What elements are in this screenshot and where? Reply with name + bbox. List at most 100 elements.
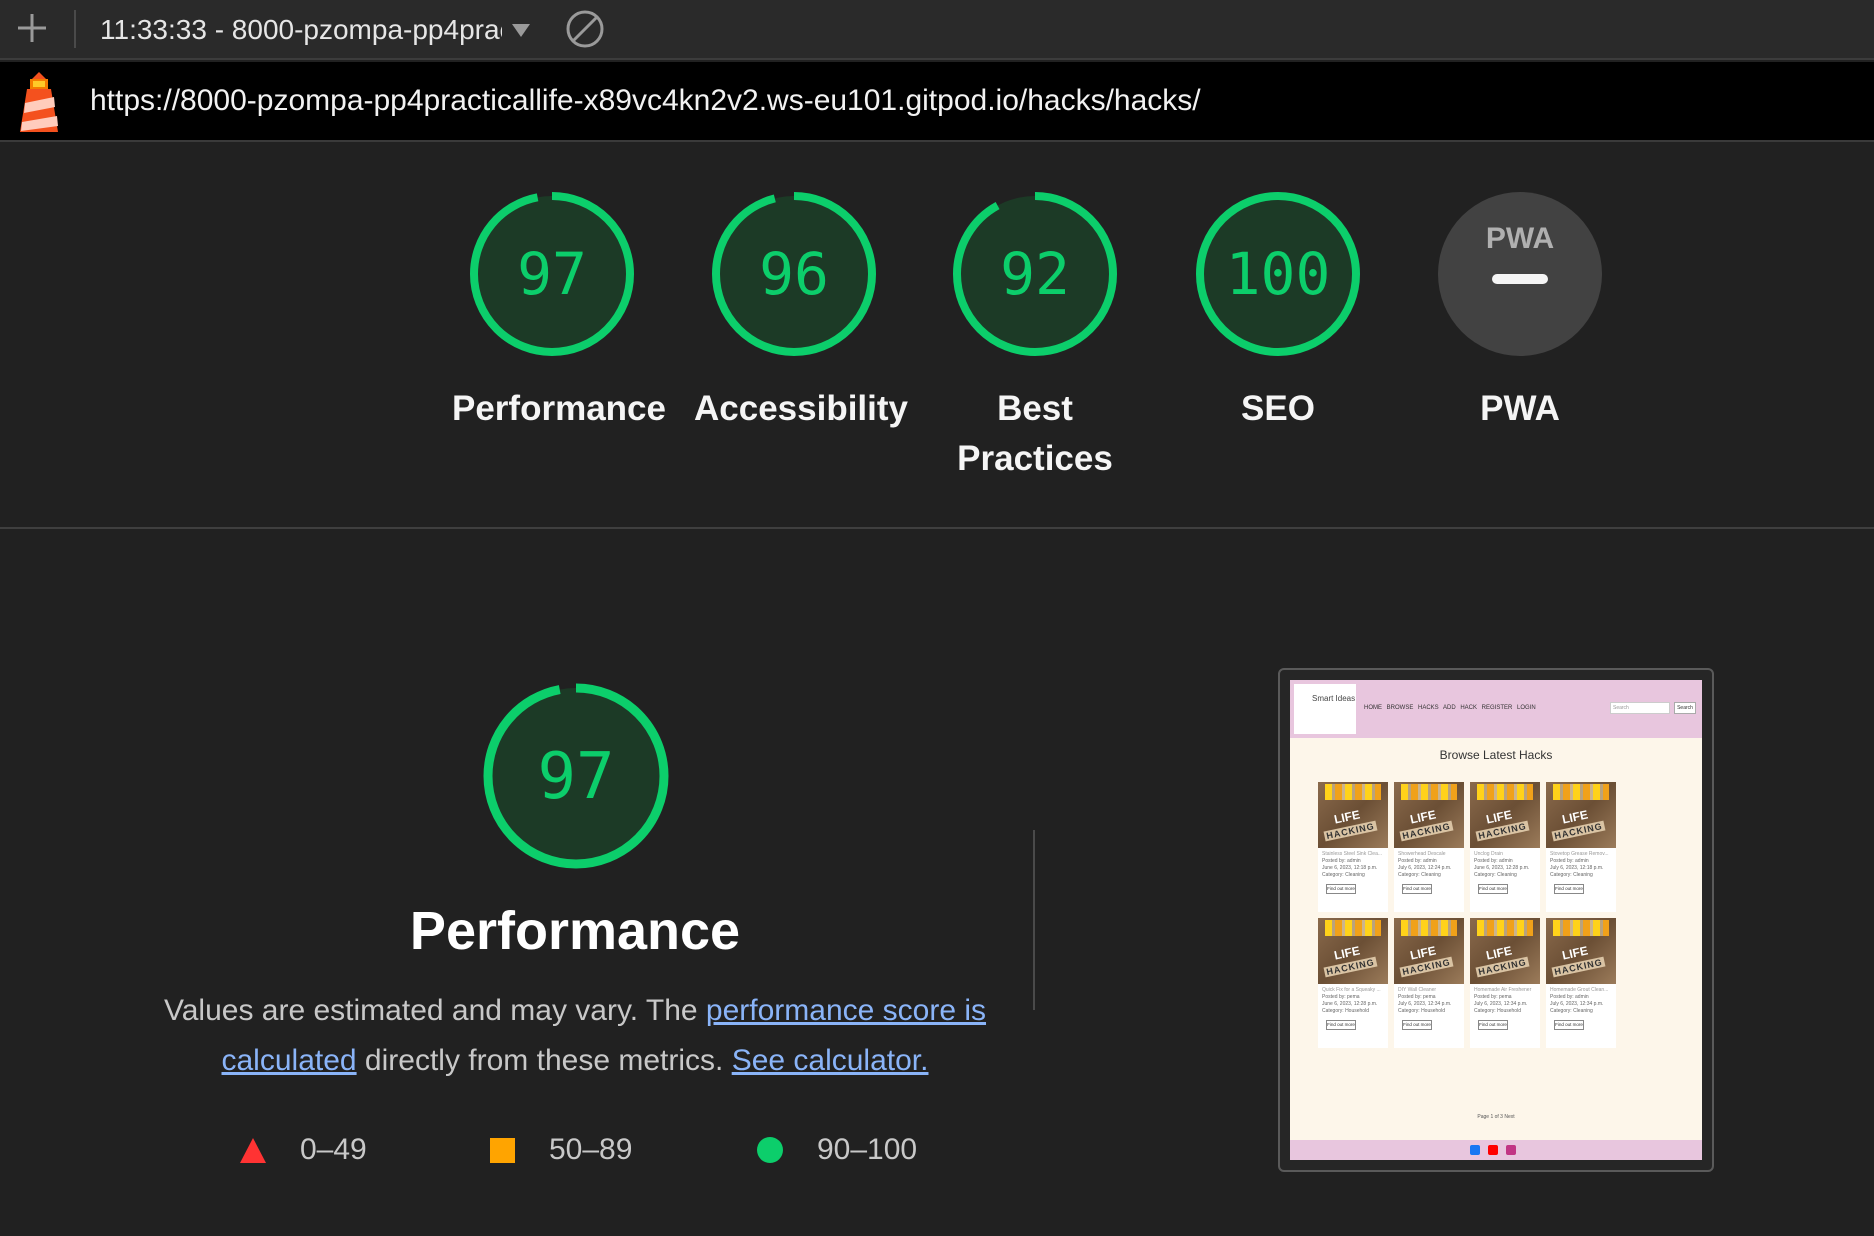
gauge-accessibility[interactable]: 96 Accessibility xyxy=(694,190,908,434)
gauge-score: 96 xyxy=(759,240,829,308)
hack-card-date: July 6, 2023, 12:18 p.m. xyxy=(1550,865,1604,871)
hack-card-date: July 6, 2023, 12:34 p.m. xyxy=(1550,1001,1604,1007)
gauge-label: Performance xyxy=(452,389,666,428)
hack-card-title: Stovetop Grease Remov... xyxy=(1550,851,1609,857)
performance-gauge-ring: 97 xyxy=(470,192,634,356)
gauge-score: 100 xyxy=(1226,240,1331,308)
facebook-icon xyxy=(1470,1145,1480,1155)
hack-card-title: Showerhead Descale xyxy=(1398,851,1446,857)
gauge-label: SEO xyxy=(1241,389,1315,428)
hack-card-date: July 6, 2023, 12:34 p.m. xyxy=(1474,1001,1528,1007)
card-image-word: HACKING xyxy=(1551,820,1606,842)
hack-card-posted: Posted by: admin xyxy=(1322,858,1361,864)
performance-score: 97 xyxy=(537,740,614,814)
site-logo: Smart Ideas xyxy=(1294,684,1356,734)
desc-text: directly from these metrics. xyxy=(356,1044,732,1077)
pwa-badge-text: PWA xyxy=(1486,222,1554,255)
gauge-performance[interactable]: 97 Performance xyxy=(452,190,666,434)
find-out-more-button: Find out more xyxy=(1402,1020,1432,1030)
square-icon xyxy=(490,1137,515,1163)
card-image-word: HACKING xyxy=(1399,956,1454,978)
hack-card-posted: Posted by: pema xyxy=(1322,994,1360,1000)
youtube-icon xyxy=(1488,1145,1498,1155)
hack-card: LIFE HACKING DIY Wall Cleaner Posted by: pe… xyxy=(1394,918,1464,1048)
hack-card-date: June 6, 2023, 12:28 p.m. xyxy=(1322,1001,1378,1007)
hack-card-posted: Posted by: admin xyxy=(1550,858,1589,864)
hack-card: LIFE HACKING Homemade Air Freshener Posted … xyxy=(1470,918,1540,1048)
hack-card-text: DIY Wall Cleaner Posted by: pema July 6, 2… xyxy=(1394,984,1464,1018)
final-screenshot[interactable]: Smart Ideas HOME BROWSE HACKS ADD HACK R… xyxy=(1278,668,1714,1172)
hack-card-category: Category: Household xyxy=(1474,1008,1521,1014)
find-out-more-button: Find out more xyxy=(1554,884,1584,894)
card-image-word: HACKING xyxy=(1551,956,1606,978)
hack-card-date: July 6, 2023, 12:34 p.m. xyxy=(1398,1001,1452,1007)
find-out-more-button: Find out more xyxy=(1402,884,1432,894)
accessibility-gauge-ring: 96 xyxy=(712,192,876,356)
site-pager: Page 1 of 3 Next xyxy=(1477,1114,1515,1120)
hack-card-title: Homemade Grout Clean... xyxy=(1550,987,1609,993)
instagram-icon xyxy=(1506,1145,1516,1155)
url-bar: https://8000-pzompa-pp4practicallife-x89… xyxy=(0,62,1874,142)
devtools-toolbar: 11:33:33 - 8000-pzompa-pp4practicallife-… xyxy=(0,0,1874,60)
gauge-best-practices[interactable]: 92 Best Practices xyxy=(935,190,1135,484)
page-url[interactable]: https://8000-pzompa-pp4practicallife-x89… xyxy=(90,84,1201,118)
hack-card-title: Unclog Drain xyxy=(1474,851,1503,857)
hack-card-text: Stainless Steel Sink Clea... Posted by: a… xyxy=(1318,848,1388,882)
performance-big-gauge: 97 xyxy=(483,683,669,869)
vertical-divider xyxy=(1033,830,1035,1010)
find-out-more-button: Find out more xyxy=(1326,1020,1356,1030)
report-selector[interactable]: 11:33:33 - 8000-pzompa-pp4practicallife-… xyxy=(100,12,540,48)
hack-card-text: Quick Fix for a Squeaky ... Posted by: pe… xyxy=(1318,984,1388,1018)
performance-description: Values are estimated and may vary. The p… xyxy=(160,986,990,1086)
hack-card-text: Unclog Drain Posted by: admin June 6, 2023… xyxy=(1470,848,1540,882)
hack-card-category: Category: Cleaning xyxy=(1398,872,1441,878)
hack-card-date: July 6, 2023, 12:24 p.m. xyxy=(1398,865,1452,871)
hack-card-text: Showerhead Descale Posted by: admin July 6… xyxy=(1394,848,1464,882)
find-out-more-button: Find out more xyxy=(1478,884,1508,894)
hack-card-category: Category: Cleaning xyxy=(1550,1008,1593,1014)
gauge-seo[interactable]: 100 SEO xyxy=(1178,190,1378,434)
site-footer xyxy=(1290,1140,1702,1160)
hack-card-date: June 6, 2023, 12:18 p.m. xyxy=(1322,865,1378,871)
screenshot-image: Smart Ideas HOME BROWSE HACKS ADD HACK R… xyxy=(1290,680,1702,1160)
plus-icon[interactable] xyxy=(12,8,52,48)
gauge-score: 97 xyxy=(517,240,587,308)
legend-fail: 0–49 xyxy=(240,1132,367,1168)
hack-card-title: Stainless Steel Sink Clea... xyxy=(1322,851,1383,857)
hack-card-text: Stovetop Grease Remov... Posted by: admin… xyxy=(1546,848,1616,882)
gauge-label: Best Practices xyxy=(957,389,1113,478)
gauge-score: 92 xyxy=(1000,240,1070,308)
card-image-word: HACKING xyxy=(1323,820,1378,842)
circle-icon xyxy=(757,1137,783,1163)
section-divider xyxy=(0,527,1874,529)
hack-card: LIFE HACKING Showerhead Descale Posted by: … xyxy=(1394,782,1464,912)
hack-card: LIFE HACKING Unclog Drain Posted by: admin J… xyxy=(1470,782,1540,912)
see-calculator-link[interactable]: See calculator. xyxy=(732,1044,929,1077)
gauge-pwa[interactable]: PWA PWA xyxy=(1420,190,1620,434)
best-practices-gauge-ring: 92 xyxy=(953,192,1117,356)
hack-card-text: Homemade Air Freshener Posted by: pema Jul… xyxy=(1470,984,1540,1018)
gauge-label: PWA xyxy=(1480,389,1560,428)
clear-icon[interactable] xyxy=(564,8,606,50)
hack-card-title: Quick Fix for a Squeaky ... xyxy=(1322,987,1381,993)
hack-card-title: DIY Wall Cleaner xyxy=(1398,987,1437,993)
hack-card: LIFE HACKING Quick Fix for a Squeaky ... Po… xyxy=(1318,918,1388,1048)
pwa-badge-icon: PWA xyxy=(1438,192,1602,356)
site-navbar: Smart Ideas HOME BROWSE HACKS ADD HACK R… xyxy=(1290,680,1702,738)
hack-card-image: LIFE HACKING xyxy=(1546,782,1616,848)
legend-pass: 90–100 xyxy=(757,1132,917,1168)
hack-card: LIFE HACKING Stainless Steel Sink Clea... P… xyxy=(1318,782,1388,912)
hack-card-image: LIFE HACKING xyxy=(1546,918,1616,984)
hack-card-posted: Posted by: pema xyxy=(1398,994,1436,1000)
hack-card-category: Category: Cleaning xyxy=(1550,872,1593,878)
find-out-more-button: Find out more xyxy=(1326,884,1356,894)
legend-average: 50–89 xyxy=(490,1132,632,1168)
site-heading: Browse Latest Hacks xyxy=(1439,748,1553,762)
site-search-input: Search xyxy=(1610,702,1670,714)
hack-card-posted: Posted by: admin xyxy=(1474,858,1513,864)
legend-range: 90–100 xyxy=(817,1133,918,1166)
seo-gauge-ring: 100 xyxy=(1196,192,1360,356)
performance-title: Performance xyxy=(409,901,741,961)
desc-text: Values are estimated and may vary. The xyxy=(163,994,706,1027)
hack-card: LIFE HACKING Homemade Grout Clean... Posted… xyxy=(1546,918,1616,1048)
